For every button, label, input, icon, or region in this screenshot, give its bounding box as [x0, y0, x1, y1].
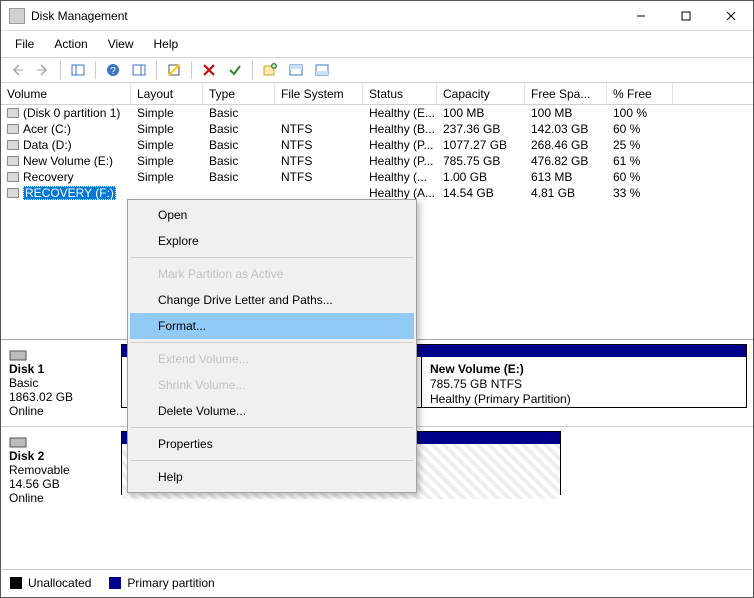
ctx-help[interactable]: Help [130, 464, 414, 490]
menu-file[interactable]: File [7, 33, 42, 55]
disk2-status: Online [9, 491, 113, 505]
view-top-button[interactable] [284, 59, 308, 81]
app-icon [9, 8, 25, 24]
ctx-separator [131, 257, 413, 258]
col-pct[interactable]: % Free [607, 84, 673, 104]
menu-action[interactable]: Action [46, 33, 95, 55]
disk1-part-right[interactable]: New Volume (E:) 785.75 GB NTFS Healthy (… [421, 344, 747, 408]
volume-icon [7, 172, 19, 182]
maximize-button[interactable] [663, 1, 708, 30]
table-row[interactable]: Recovery Simple Basic NTFS Healthy (... … [1, 169, 753, 185]
col-filesystem[interactable]: File System [275, 84, 363, 104]
ctx-change-letter[interactable]: Change Drive Letter and Paths... [130, 287, 414, 313]
svg-text:?: ? [110, 66, 116, 77]
ctx-explore[interactable]: Explore [130, 228, 414, 254]
swatch-unallocated [10, 577, 22, 589]
disk1-name: Disk 1 [9, 362, 113, 376]
ctx-separator [131, 427, 413, 428]
col-volume[interactable]: Volume [1, 84, 131, 104]
help-button[interactable]: ? [101, 59, 125, 81]
volume-icon [7, 188, 19, 198]
minimize-button[interactable] [618, 1, 663, 30]
legend-primary: Primary partition [109, 576, 214, 590]
table-row[interactable]: Acer (C:) Simple Basic NTFS Healthy (B..… [1, 121, 753, 137]
legend: Unallocated Primary partition [2, 569, 752, 596]
menu-view[interactable]: View [100, 33, 142, 55]
ctx-separator [131, 342, 413, 343]
col-free[interactable]: Free Spa... [525, 84, 607, 104]
close-button[interactable] [708, 1, 753, 30]
ctx-mark-active[interactable]: Mark Partition as Active [130, 261, 414, 287]
disk1-status: Online [9, 404, 113, 418]
col-status[interactable]: Status [363, 84, 437, 104]
col-layout[interactable]: Layout [131, 84, 203, 104]
menu-help[interactable]: Help [146, 33, 187, 55]
ctx-delete[interactable]: Delete Volume... [130, 398, 414, 424]
table-row[interactable]: (Disk 0 partition 1) Simple Basic Health… [1, 105, 753, 121]
nav-back-button[interactable] [5, 59, 29, 81]
disk1-info: Disk 1 Basic 1863.02 GB Online [1, 340, 121, 426]
disk2-type: Removable [9, 463, 113, 477]
check-button[interactable] [223, 59, 247, 81]
ctx-shrink[interactable]: Shrink Volume... [130, 372, 414, 398]
ctx-properties[interactable]: Properties [130, 431, 414, 457]
disk2-size: 14.56 GB [9, 477, 113, 491]
view-bottom-button[interactable] [310, 59, 334, 81]
ctx-separator [131, 460, 413, 461]
disk-icon [9, 348, 27, 362]
col-capacity[interactable]: Capacity [437, 84, 525, 104]
nav-forward-button[interactable] [31, 59, 55, 81]
legend-unallocated: Unallocated [10, 576, 91, 590]
toolbar: ? [1, 57, 753, 83]
partition-title: New Volume (E:) [430, 362, 738, 377]
ctx-extend[interactable]: Extend Volume... [130, 346, 414, 372]
partition-status: Healthy (Primary Partition) [430, 392, 738, 407]
volume-icon [7, 156, 19, 166]
selected-volume-label: RECOVERY (F:) [23, 186, 116, 200]
disk1-type: Basic [9, 376, 113, 390]
table-row[interactable]: Data (D:) Simple Basic NTFS Healthy (P..… [1, 137, 753, 153]
context-menu: Open Explore Mark Partition as Active Ch… [127, 199, 417, 493]
volume-icon [7, 124, 19, 134]
volume-icon [7, 140, 19, 150]
refresh-button[interactable] [162, 59, 186, 81]
show-hide-console-tree-button[interactable] [66, 59, 90, 81]
partition-header-stripe [422, 345, 746, 357]
toolbar-separator [95, 61, 96, 79]
delete-button[interactable] [197, 59, 221, 81]
disk2-name: Disk 2 [9, 449, 113, 463]
col-type[interactable]: Type [203, 84, 275, 104]
partition-size: 785.75 GB NTFS [430, 377, 738, 392]
title-bar: Disk Management [1, 1, 753, 31]
window-title: Disk Management [31, 9, 618, 23]
toolbar-separator [252, 61, 253, 79]
menu-bar: File Action View Help [1, 31, 753, 57]
toolbar-separator [191, 61, 192, 79]
show-hide-action-pane-button[interactable] [127, 59, 151, 81]
ctx-format[interactable]: Format... [130, 313, 414, 339]
window-controls [618, 1, 753, 30]
toolbar-separator [60, 61, 61, 79]
disk2-info: Disk 2 Removable 14.56 GB Online [1, 427, 121, 513]
volume-list-header: Volume Layout Type File System Status Ca… [1, 83, 753, 105]
swatch-primary [109, 577, 121, 589]
ctx-open[interactable]: Open [130, 202, 414, 228]
toolbar-separator [156, 61, 157, 79]
volume-icon [7, 108, 19, 118]
disk-icon [9, 435, 27, 449]
new-volume-button[interactable] [258, 59, 282, 81]
disk1-size: 1863.02 GB [9, 390, 113, 404]
table-row[interactable]: New Volume (E:) Simple Basic NTFS Health… [1, 153, 753, 169]
